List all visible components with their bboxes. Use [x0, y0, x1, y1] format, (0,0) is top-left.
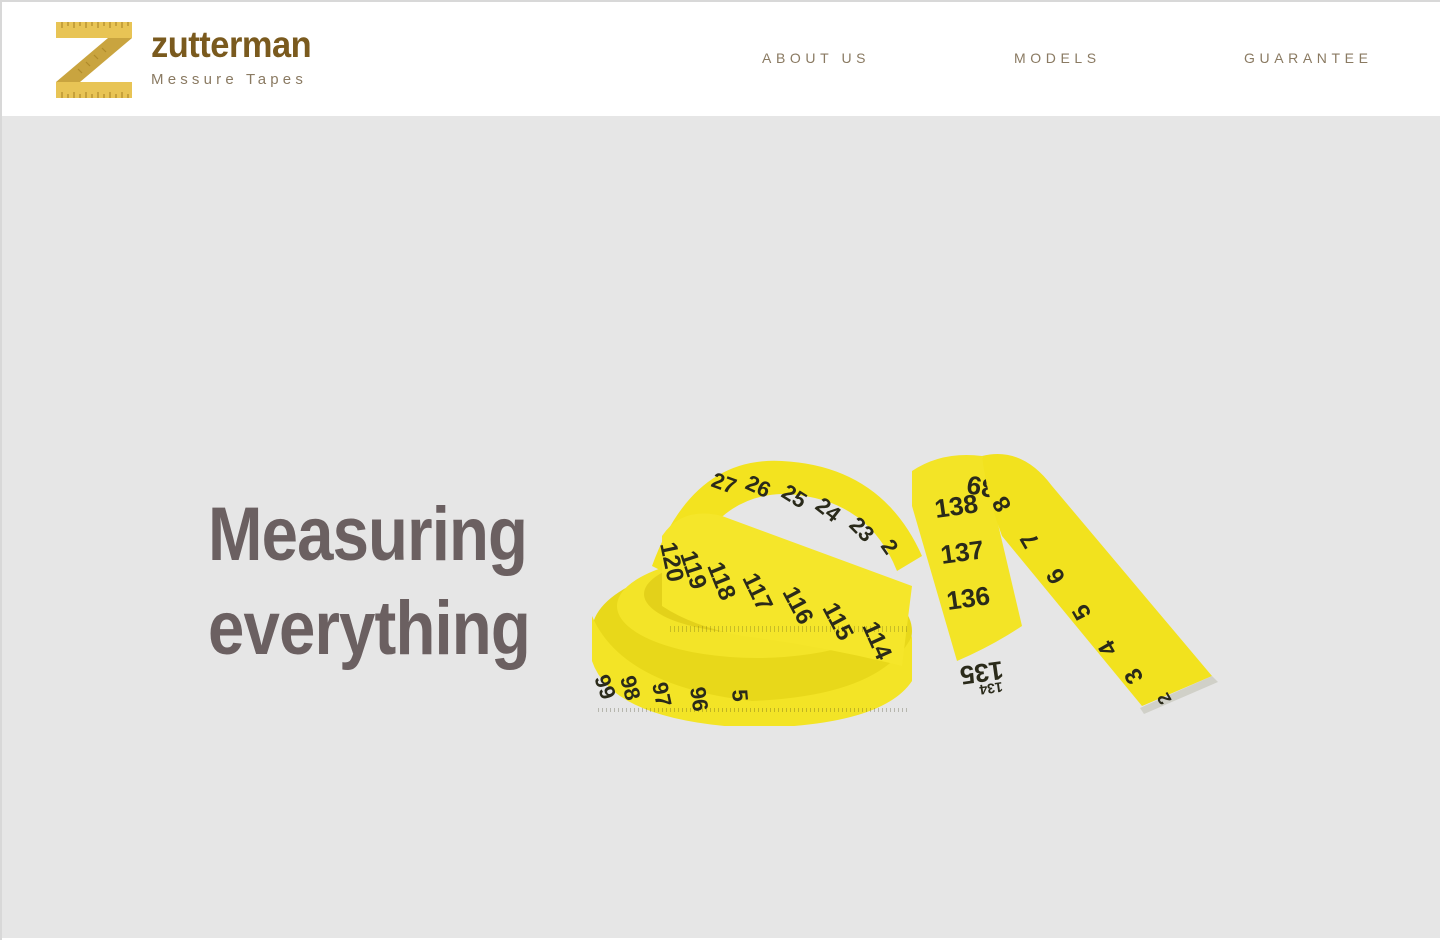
tape-number: 138 [933, 488, 980, 524]
site-header: zutterman Messure Tapes ABOUT US MODELS … [2, 2, 1440, 116]
brand-name[interactable]: zutterman [151, 26, 312, 63]
tape-number: 97 [647, 680, 677, 709]
measuring-tape-image: 99 98 97 96 5 27 26 25 24 23 2 120 119 1… [589, 454, 1218, 726]
tape-number: 96 [685, 685, 713, 713]
tape-number: 5 [727, 688, 753, 702]
hero-heading: Measuring everything [208, 488, 531, 676]
measuring-tape-z-icon[interactable] [56, 22, 132, 98]
tape-number: 136 [945, 580, 992, 616]
page: zutterman Messure Tapes ABOUT US MODELS … [0, 0, 1440, 940]
tape-number: 137 [939, 534, 986, 570]
nav-link-guarantee[interactable]: GUARANTEE [1244, 51, 1373, 65]
hero-heading-line-1: Measuring [208, 492, 528, 577]
hero-section: Measuring everything 99 98 97 96 5 27 26… [2, 116, 1440, 940]
tape-tail: 8 7 6 5 4 3 2 [982, 454, 1218, 714]
hero-heading-line-2: everything [208, 586, 531, 671]
nav-link-models[interactable]: MODELS [1014, 51, 1101, 65]
nav-link-about-us[interactable]: ABOUT US [762, 51, 870, 65]
brand-tagline: Messure Tapes [151, 71, 308, 88]
tape-number: 134 [978, 679, 1004, 698]
